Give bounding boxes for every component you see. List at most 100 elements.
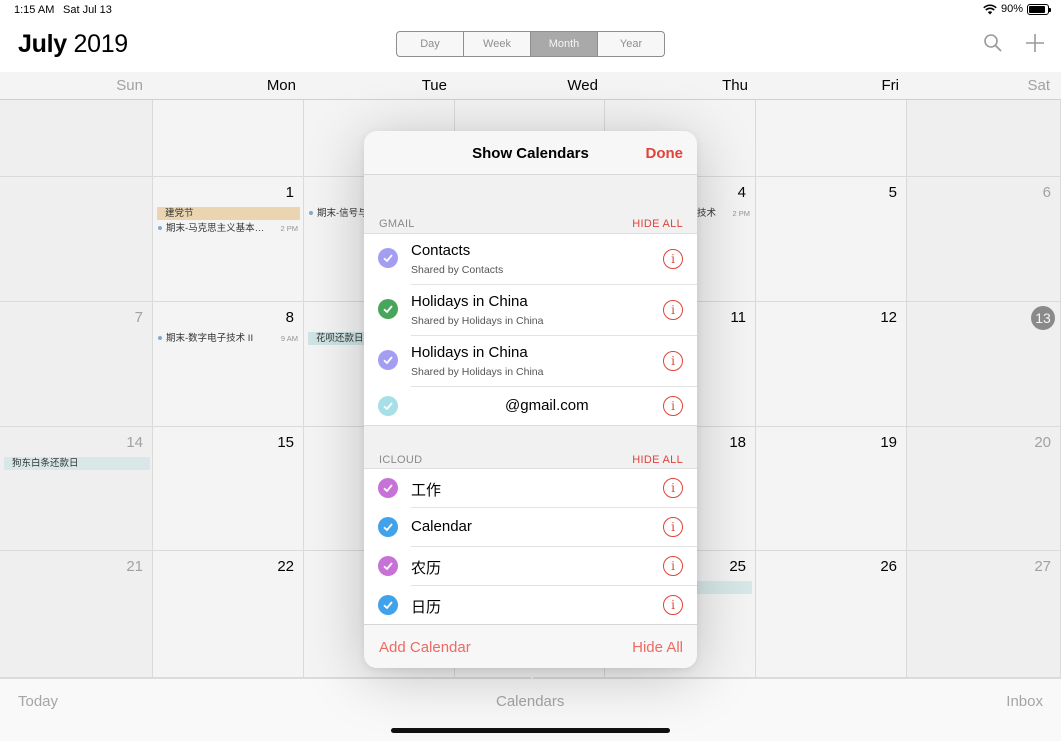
calendar-row-holidays-china[interactable]: Holidays in China Shared by Holidays in …: [364, 285, 697, 336]
day-number: 27: [1034, 558, 1051, 575]
hide-all-icloud-button[interactable]: HIDE ALL: [632, 454, 683, 466]
day-cell[interactable]: [0, 100, 153, 177]
hide-all-gmail-button[interactable]: HIDE ALL: [632, 218, 683, 230]
view-week-button[interactable]: Week: [464, 32, 531, 56]
section-title: GMAIL: [379, 218, 415, 230]
calendar-row-holidays-china-2[interactable]: Holidays in China Shared by Holidays in …: [364, 336, 697, 387]
day-cell[interactable]: [756, 100, 907, 177]
calendars-button[interactable]: Calendars: [496, 693, 564, 710]
weekday-sun: Sun: [116, 77, 143, 94]
day-cell-19[interactable]: 19: [756, 427, 907, 551]
home-indicator[interactable]: [391, 728, 670, 733]
view-day-button[interactable]: Day: [397, 32, 464, 56]
status-right: 90%: [983, 3, 1051, 15]
day-cell-15[interactable]: 15: [153, 427, 304, 551]
day-cell[interactable]: [0, 177, 153, 302]
calendar-name: Holidays in China: [411, 293, 528, 310]
calendar-row-lunar[interactable]: 农历 i: [364, 547, 697, 586]
info-icon[interactable]: i: [663, 595, 683, 615]
weekday-header: Sun Mon Tue Wed Thu Fri Sat: [0, 72, 1061, 100]
day-cell-1[interactable]: 1 建党节 期末-马克思主义基本… 2 PM: [153, 177, 304, 302]
event-title: 期末-信号与: [317, 208, 366, 219]
checkmark-icon[interactable]: [378, 396, 398, 416]
day-cell-5[interactable]: 5: [756, 177, 907, 302]
event-allday-bar[interactable]: [697, 581, 752, 594]
info-icon[interactable]: i: [663, 300, 683, 320]
day-number: 25: [729, 558, 746, 575]
day-cell[interactable]: [153, 100, 304, 177]
event-timed[interactable]: 期末-信号与: [306, 207, 366, 220]
event-title: 期末-马克思主义基本…: [166, 223, 265, 234]
day-cell-6[interactable]: 6: [907, 177, 1061, 302]
day-cell-26[interactable]: 26: [756, 551, 907, 678]
view-year-button[interactable]: Year: [598, 32, 664, 56]
day-cell-21[interactable]: 21: [0, 551, 153, 678]
calendar-row-contacts[interactable]: Contacts Shared by Contacts i: [364, 234, 697, 285]
day-cell-8[interactable]: 8 期末-数字电子技术 II 9 AM: [153, 302, 304, 427]
day-cell-20[interactable]: 20: [907, 427, 1061, 551]
day-cell-14[interactable]: 14 狗东白条还款日: [0, 427, 153, 551]
search-icon[interactable]: [982, 32, 1004, 54]
wifi-icon: [983, 3, 997, 14]
info-icon[interactable]: i: [663, 517, 683, 537]
event-timed[interactable]: 期末-数字电子技术 II 9 AM: [155, 332, 300, 345]
day-cell-7[interactable]: 7: [0, 302, 153, 427]
info-icon[interactable]: i: [663, 249, 683, 269]
day-number: 26: [880, 558, 897, 575]
calendar-name: 日历: [411, 599, 442, 616]
checkmark-icon[interactable]: [378, 556, 398, 576]
hide-all-button[interactable]: Hide All: [632, 639, 683, 656]
section-title: ICLOUD: [379, 454, 423, 466]
calendar-row-calendar[interactable]: Calendar i: [364, 508, 697, 547]
day-cell-12[interactable]: 12: [756, 302, 907, 427]
checkmark-icon[interactable]: [378, 478, 398, 498]
checkmark-icon[interactable]: [378, 595, 398, 615]
info-icon[interactable]: i: [663, 478, 683, 498]
event-timed[interactable]: 期末-马克思主义基本… 2 PM: [155, 222, 300, 235]
event-timed[interactable]: 技术 2 PM: [697, 207, 752, 220]
calendar-owner: Shared by Holidays in China: [411, 366, 544, 378]
day-cell-22[interactable]: 22: [153, 551, 304, 678]
event-allday[interactable]: 建党节: [157, 207, 300, 220]
info-icon[interactable]: i: [663, 396, 683, 416]
today-badge: 13: [1031, 306, 1055, 330]
event-title: 期末-数字电子技术 II: [166, 333, 254, 344]
checkmark-icon[interactable]: [378, 299, 398, 319]
day-cell-13[interactable]: 13: [907, 302, 1061, 427]
calendar-owner: Shared by Contacts: [411, 264, 504, 276]
today-button[interactable]: Today: [18, 693, 58, 710]
done-button[interactable]: Done: [646, 145, 684, 162]
battery-icon: [1027, 3, 1051, 15]
info-icon[interactable]: i: [663, 351, 683, 371]
calendar-row-rili[interactable]: 日历 i: [364, 586, 697, 625]
day-cell[interactable]: [907, 100, 1061, 177]
day-number: 6: [1042, 184, 1051, 201]
event-allday[interactable]: 花呗还款日: [308, 332, 368, 345]
add-calendar-button[interactable]: Add Calendar: [379, 639, 471, 656]
inbox-button[interactable]: Inbox: [1006, 693, 1043, 710]
info-icon[interactable]: i: [663, 556, 683, 576]
day-number: 11: [730, 309, 746, 326]
calendar-name: @gmail.com: [505, 397, 589, 414]
status-date: Sat Jul 13: [63, 4, 112, 16]
checkmark-icon[interactable]: [378, 350, 398, 370]
event-time: 2 PM: [732, 209, 750, 218]
calendar-row-work[interactable]: 工作 i: [364, 469, 697, 508]
calendar-owner: Shared by Holidays in China: [411, 315, 544, 327]
checkmark-icon[interactable]: [378, 517, 398, 537]
show-calendars-popover: Show Calendars Done GMAIL HIDE ALL Conta…: [364, 131, 697, 668]
event-allday[interactable]: 狗东白条还款日: [4, 457, 150, 470]
calendar-row-gmail[interactable]: @gmail.com i: [364, 387, 697, 425]
add-icon[interactable]: [1024, 32, 1046, 54]
month-title: July 2019: [18, 30, 128, 59]
checkmark-icon[interactable]: [378, 248, 398, 268]
popover-header: Show Calendars Done: [364, 131, 697, 175]
calendar-name: Calendar: [411, 518, 472, 535]
view-month-button[interactable]: Month: [531, 32, 598, 56]
day-number: 4: [737, 184, 746, 201]
day-number: 12: [880, 309, 897, 326]
day-number: 21: [126, 558, 143, 575]
event-title: 技术: [697, 208, 717, 219]
day-cell-27[interactable]: 27: [907, 551, 1061, 678]
battery-percent: 90%: [1000, 3, 1023, 15]
